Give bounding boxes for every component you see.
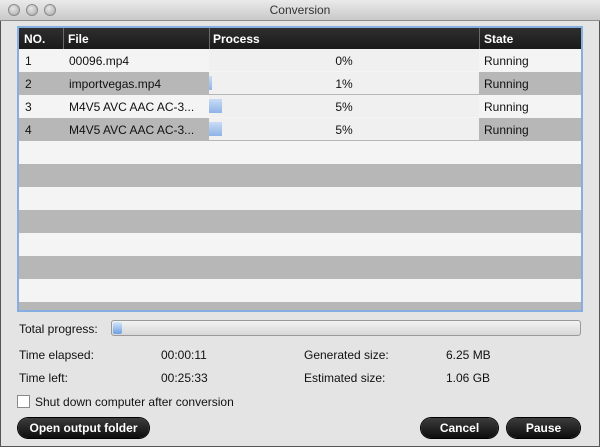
empty-row: [19, 279, 581, 302]
row-file-name: importvegas.mp4: [69, 77, 162, 91]
shutdown-checkbox[interactable]: [17, 395, 30, 408]
table-row[interactable]: 3 M4V5 AVC AAC AC-3... 5% Running: [19, 95, 581, 118]
column-header-no[interactable]: NO.: [24, 32, 45, 46]
row-file-name: M4V5 AVC AAC AC-3...: [69, 100, 195, 114]
empty-row: [19, 210, 581, 233]
empty-row: [19, 187, 581, 210]
row-progress: 5%: [209, 95, 479, 117]
pause-button[interactable]: Pause: [507, 418, 580, 438]
row-progress: 0%: [209, 49, 479, 71]
total-progress-label: Total progress:: [19, 322, 98, 336]
row-progress-text: 0%: [335, 54, 353, 68]
time-left-value: 00:25:33: [161, 371, 208, 385]
time-elapsed-label: Time elapsed:: [19, 348, 94, 362]
conversion-table[interactable]: NO. File Process State 1 00096.mp4 0% Ru…: [17, 26, 583, 312]
total-progress-fill: [113, 322, 122, 334]
estimated-size-label: Estimated size:: [304, 371, 386, 385]
row-number: 3: [25, 100, 32, 114]
column-header-state[interactable]: State: [484, 32, 513, 46]
row-number: 4: [25, 123, 32, 137]
row-state: Running: [484, 77, 529, 91]
empty-row: [19, 164, 581, 187]
row-progress-text: 5%: [335, 100, 353, 114]
window-title: Conversion: [269, 3, 331, 17]
shutdown-label[interactable]: Shut down computer after conversion: [35, 395, 234, 409]
row-progress: 5%: [209, 118, 479, 140]
table-row[interactable]: 2 importvegas.mp4 1% Running: [19, 72, 581, 95]
row-number: 2: [25, 77, 32, 91]
column-divider: [63, 28, 64, 49]
total-progress-bar: [111, 320, 581, 336]
row-progress-text: 5%: [335, 123, 353, 137]
empty-row: [19, 233, 581, 256]
time-elapsed-value: 00:00:11: [161, 348, 207, 362]
conversion-window: Conversion NO. File Process State 1 0009…: [0, 0, 600, 447]
empty-row: [19, 141, 581, 164]
table-row[interactable]: 1 00096.mp4 0% Running: [19, 49, 581, 72]
generated-size-value: 6.25 MB: [446, 348, 491, 362]
open-output-folder-button[interactable]: Open output folder: [18, 418, 149, 438]
generated-size-label: Generated size:: [304, 348, 389, 362]
table-row[interactable]: 4 M4V5 AVC AAC AC-3... 5% Running: [19, 118, 581, 141]
time-left-label: Time left:: [19, 371, 68, 385]
empty-row: [19, 302, 581, 310]
cancel-button[interactable]: Cancel: [421, 418, 498, 438]
row-state: Running: [484, 54, 529, 68]
row-file-name: 00096.mp4: [69, 54, 130, 68]
column-header-process[interactable]: Process: [213, 32, 260, 46]
row-state: Running: [484, 100, 529, 114]
estimated-size-value: 1.06 GB: [446, 371, 491, 385]
column-header-file[interactable]: File: [68, 32, 89, 46]
column-divider: [479, 28, 480, 49]
row-progress: 1%: [209, 72, 479, 94]
row-file-name: M4V5 AVC AAC AC-3...: [69, 123, 195, 137]
row-state: Running: [484, 123, 529, 137]
title-bar: Conversion: [0, 0, 600, 21]
table-rows: 1 00096.mp4 0% Running 2 importvegas.mp4…: [19, 49, 581, 310]
row-progress-text: 1%: [335, 77, 353, 91]
empty-row: [19, 256, 581, 279]
column-divider: [209, 28, 210, 49]
row-number: 1: [25, 54, 32, 68]
table-header: NO. File Process State: [19, 28, 581, 49]
